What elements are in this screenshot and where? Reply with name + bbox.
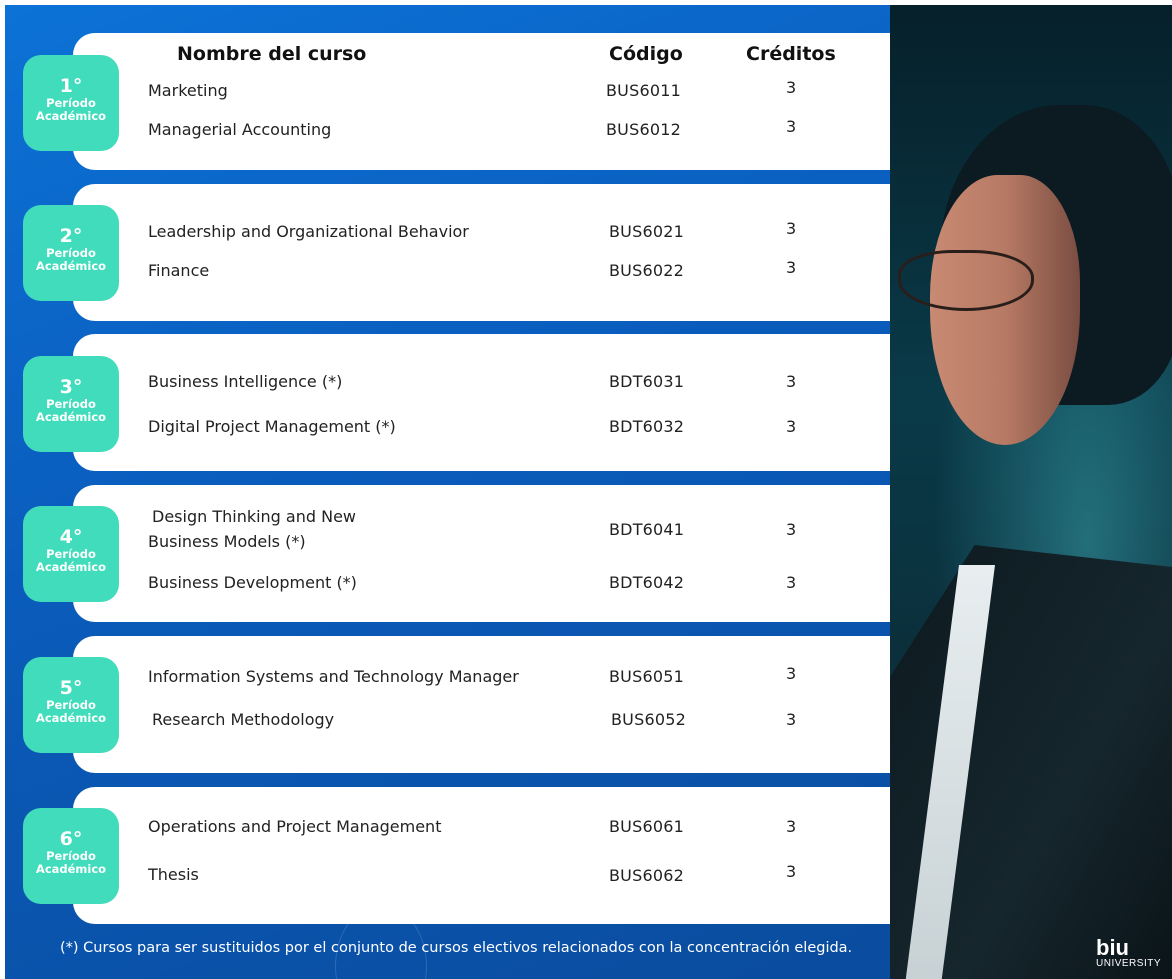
period-number: 5° xyxy=(59,677,83,699)
course-code: BDT6042 xyxy=(609,573,685,592)
course-code: BUS6011 xyxy=(606,81,681,100)
course-name: Research Methodology xyxy=(152,710,335,729)
course-code: BUS6052 xyxy=(611,710,686,729)
period-label: Académico xyxy=(35,410,107,424)
course-code: BUS6012 xyxy=(606,120,681,139)
course-credits: 3 xyxy=(786,520,797,539)
period-badge-4: 4° Período Académico xyxy=(23,506,119,602)
period-card-5: Information Systems and Technology Manag… xyxy=(73,636,890,773)
course-credits: 3 xyxy=(786,258,797,277)
period-card-3: Business Intelligence (*) BDT6031 3 Digi… xyxy=(73,334,890,471)
course-code: BDT6031 xyxy=(609,372,685,391)
period-label: Académico xyxy=(35,560,107,574)
period-number: 2° xyxy=(59,225,83,247)
period-badge-3: 3° Período Académico xyxy=(23,356,119,452)
course-credits: 3 xyxy=(786,117,797,136)
course-credits: 3 xyxy=(786,573,797,592)
period-label: Académico xyxy=(35,711,107,725)
course-credits: 3 xyxy=(786,417,797,436)
course-credits: 3 xyxy=(786,710,797,729)
period-badge-5: 5° Período Académico xyxy=(23,657,119,753)
course-credits: 3 xyxy=(786,817,797,836)
course-code: BUS6051 xyxy=(609,667,684,686)
course-code: BUS6022 xyxy=(609,261,684,280)
period-label: Académico xyxy=(35,862,107,876)
course-code: BUS6062 xyxy=(609,866,684,885)
period-number: 4° xyxy=(59,526,83,548)
logo-sub: UNIVERSITY xyxy=(1096,958,1162,969)
course-credits: 3 xyxy=(786,664,797,683)
logo-main: biu xyxy=(1096,935,1129,960)
period-badge-2: 2° Período Académico xyxy=(23,205,119,301)
header-credits: Créditos xyxy=(746,43,836,65)
course-name: Operations and Project Management xyxy=(148,817,442,836)
period-card-4: Design Thinking and New Business Models … xyxy=(73,485,890,622)
course-credits: 3 xyxy=(786,372,797,391)
header-code: Código xyxy=(609,43,683,65)
course-name: Managerial Accounting xyxy=(148,120,332,139)
period-card-2: Leadership and Organizational Behavior B… xyxy=(73,184,890,321)
course-name: Marketing xyxy=(148,81,228,100)
biu-university-logo: biu UNIVERSITY xyxy=(1096,935,1166,972)
course-code: BDT6041 xyxy=(609,520,685,539)
course-name-line1: Design Thinking and New xyxy=(152,507,357,526)
course-name: Information Systems and Technology Manag… xyxy=(148,667,519,686)
course-name-line2: Business Models (*) xyxy=(148,532,306,551)
period-label: Académico xyxy=(35,259,107,273)
period-card-6: Operations and Project Management BUS606… xyxy=(73,787,890,924)
course-name: Digital Project Management (*) xyxy=(148,417,396,436)
course-name: Business Development (*) xyxy=(148,573,357,592)
period-number: 6° xyxy=(59,828,83,850)
course-credits: 3 xyxy=(786,862,797,881)
course-code: BUS6061 xyxy=(609,817,684,836)
period-label: Académico xyxy=(35,109,107,123)
period-number: 1° xyxy=(59,75,83,97)
period-badge-6: 6° Período Académico xyxy=(23,808,119,904)
period-number: 3° xyxy=(59,376,83,398)
footnote: (*) Cursos para ser sustituidos por el c… xyxy=(60,940,853,956)
course-name: Leadership and Organizational Behavior xyxy=(148,222,469,241)
period-card-1: Nombre del curso Código Créditos Marketi… xyxy=(73,33,890,170)
course-name: Business Intelligence (*) xyxy=(148,372,343,391)
course-code: BDT6032 xyxy=(609,417,685,436)
course-name: Finance xyxy=(148,261,210,280)
course-code: BUS6021 xyxy=(609,222,684,241)
course-credits: 3 xyxy=(786,219,797,238)
period-badge-1: 1° Período Académico xyxy=(23,55,119,151)
header-course-name: Nombre del curso xyxy=(177,43,367,65)
course-credits: 3 xyxy=(786,78,797,97)
woman-with-glasses-photo xyxy=(890,5,1172,979)
course-name: Thesis xyxy=(148,865,199,884)
